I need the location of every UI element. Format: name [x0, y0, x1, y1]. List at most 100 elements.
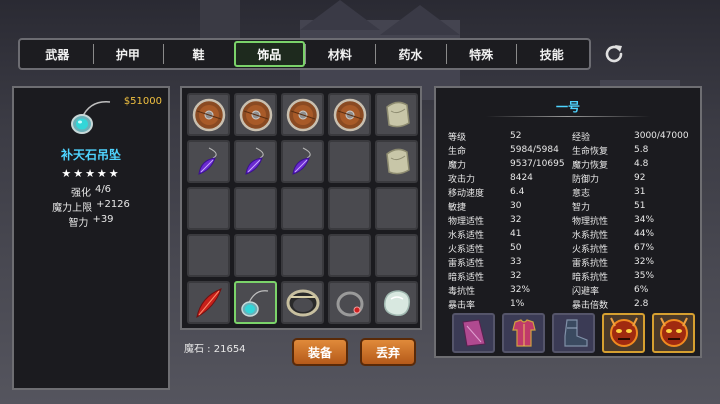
stats-row: 暗系适性 32 暗系抗性 35% — [448, 269, 694, 283]
drop-button[interactable]: 丢弃 — [360, 338, 416, 366]
equipped-items-row — [452, 313, 695, 353]
empty-inventory-slot[interactable] — [234, 187, 277, 230]
stats-row: 毒抗性 32% 闪避率 6% — [448, 283, 694, 297]
inventory-slot[interactable] — [234, 93, 277, 136]
equipped-item-slot[interactable] — [502, 313, 545, 353]
stat-label: 攻击力 — [448, 174, 476, 185]
stat-value: 31 — [634, 187, 646, 197]
tab-weapons[interactable]: 武器 — [22, 41, 93, 67]
stats-row: 生命 5984/5984 生命恢复 5.8 — [448, 143, 694, 157]
magic-stone-count: 魔石 : 21654 — [184, 344, 246, 355]
equipped-item-slot[interactable] — [602, 313, 645, 353]
purple-feather-icon — [291, 147, 311, 175]
item-price: $51000 — [123, 96, 162, 107]
empty-inventory-slot[interactable] — [328, 234, 371, 277]
empty-inventory-slot[interactable] — [187, 187, 230, 230]
stat-value: 44% — [634, 229, 655, 239]
shield-icon — [286, 98, 319, 131]
stats-row: 移动速度 6.4 意志 31 — [448, 185, 694, 199]
stat-value: 51 — [634, 201, 646, 211]
stat-label: 防御力 — [572, 174, 600, 185]
stats-row: 雷系适性 33 雷系抗性 32% — [448, 255, 694, 269]
inventory-grid — [187, 93, 418, 324]
stat-value: 5984/5984 — [510, 145, 559, 155]
character-panel: 一号 等级 52 经验 3000/47000 生命 5984/5984 生命恢复 5.8 魔力 9… — [434, 86, 702, 358]
tab-potions[interactable]: 药水 — [375, 41, 446, 67]
stat-value: 34% — [634, 215, 655, 225]
stat-value: 6.4 — [510, 187, 525, 197]
equip-button[interactable]: 装备 — [292, 338, 348, 366]
stat-label: 智力 — [572, 202, 591, 213]
stat-label: 意志 — [572, 188, 591, 199]
stat-label: 强化 — [70, 188, 91, 199]
title-divider — [486, 116, 650, 117]
stat-label: 魔力上限 — [52, 203, 93, 214]
equipped-item-slot[interactable] — [452, 313, 495, 353]
stat-value: 2.8 — [634, 299, 649, 309]
empty-inventory-slot[interactable] — [187, 234, 230, 277]
stats-row: 暴击率 1% 暴击倍数 2.8 — [448, 297, 694, 311]
item-stat-line: 魔力上限 +2126 — [14, 199, 168, 214]
stat-value: 41 — [510, 229, 522, 239]
stat-label: 移动速度 — [448, 188, 485, 199]
stats-row: 火系适性 50 火系抗性 67% — [448, 241, 694, 255]
stat-value: 6% — [634, 285, 649, 295]
empty-inventory-slot[interactable] — [281, 187, 324, 230]
inventory-slot[interactable] — [187, 93, 230, 136]
stat-value: 35% — [634, 271, 655, 281]
stat-value: 9537/10695 — [510, 159, 565, 169]
inventory-slot[interactable] — [375, 140, 418, 183]
item-stat-list: 强化 4/6 魔力上限 +2126 智力 +39 — [14, 184, 168, 229]
inventory-slot[interactable] — [375, 93, 418, 136]
stat-label: 水系适性 — [448, 230, 485, 241]
inventory-slot[interactable] — [328, 281, 371, 324]
stat-value: 33 — [510, 257, 522, 267]
inventory-slot[interactable] — [234, 140, 277, 183]
equipped-item-slot[interactable] — [652, 313, 695, 353]
stone-icon — [383, 289, 410, 316]
character-stats-table: 等级 52 经验 3000/47000 生命 5984/5984 生命恢复 5.8 魔力 9537… — [448, 129, 694, 311]
stat-label: 闪避率 — [572, 286, 600, 297]
inventory-slot[interactable] — [234, 281, 277, 324]
stat-label: 暗系适性 — [448, 272, 485, 283]
inventory-slot[interactable] — [375, 281, 418, 324]
stat-value: 32 — [510, 215, 522, 225]
stat-value: 92 — [634, 173, 646, 183]
refresh-icon[interactable] — [602, 42, 626, 66]
empty-inventory-slot[interactable] — [281, 234, 324, 277]
equipped-item-slot[interactable] — [552, 313, 595, 353]
tab-shoes[interactable]: 鞋 — [163, 41, 234, 67]
empty-inventory-slot[interactable] — [328, 187, 371, 230]
tab-accessories[interactable]: 饰品 — [233, 41, 305, 67]
inventory-slot[interactable] — [281, 93, 324, 136]
stat-label: 生命 — [448, 146, 467, 157]
stat-value: +39 — [92, 214, 114, 225]
stats-row: 魔力 9537/10695 魔力恢复 4.8 — [448, 157, 694, 171]
inventory-slot[interactable] — [187, 140, 230, 183]
empty-inventory-slot[interactable] — [375, 187, 418, 230]
stat-value: 8424 — [510, 173, 533, 183]
tab-armor[interactable]: 护甲 — [92, 41, 164, 67]
tab-skills[interactable]: 技能 — [516, 41, 587, 67]
cape-icon — [461, 319, 486, 347]
empty-inventory-slot[interactable] — [234, 234, 277, 277]
tab-special[interactable]: 特殊 — [445, 41, 517, 67]
empty-inventory-slot[interactable] — [328, 140, 371, 183]
tab-materials[interactable]: 材料 — [304, 41, 376, 67]
shield-icon — [333, 98, 366, 131]
demon-mask-icon — [609, 317, 638, 347]
inventory-slot[interactable] — [187, 281, 230, 324]
stat-label: 生命恢复 — [572, 146, 609, 157]
inventory-slot[interactable] — [328, 93, 371, 136]
stat-value: 32 — [510, 271, 522, 281]
inventory-slot[interactable] — [281, 140, 324, 183]
stat-label: 等级 — [448, 132, 467, 143]
stat-label: 经验 — [572, 132, 591, 143]
stat-label: 暗系抗性 — [572, 272, 609, 283]
empty-inventory-slot[interactable] — [375, 234, 418, 277]
purple-feather-icon — [197, 147, 217, 175]
stat-label: 雷系抗性 — [572, 258, 609, 269]
bracelet-icon — [286, 289, 319, 316]
stat-label: 水系抗性 — [572, 230, 609, 241]
inventory-slot[interactable] — [281, 281, 324, 324]
